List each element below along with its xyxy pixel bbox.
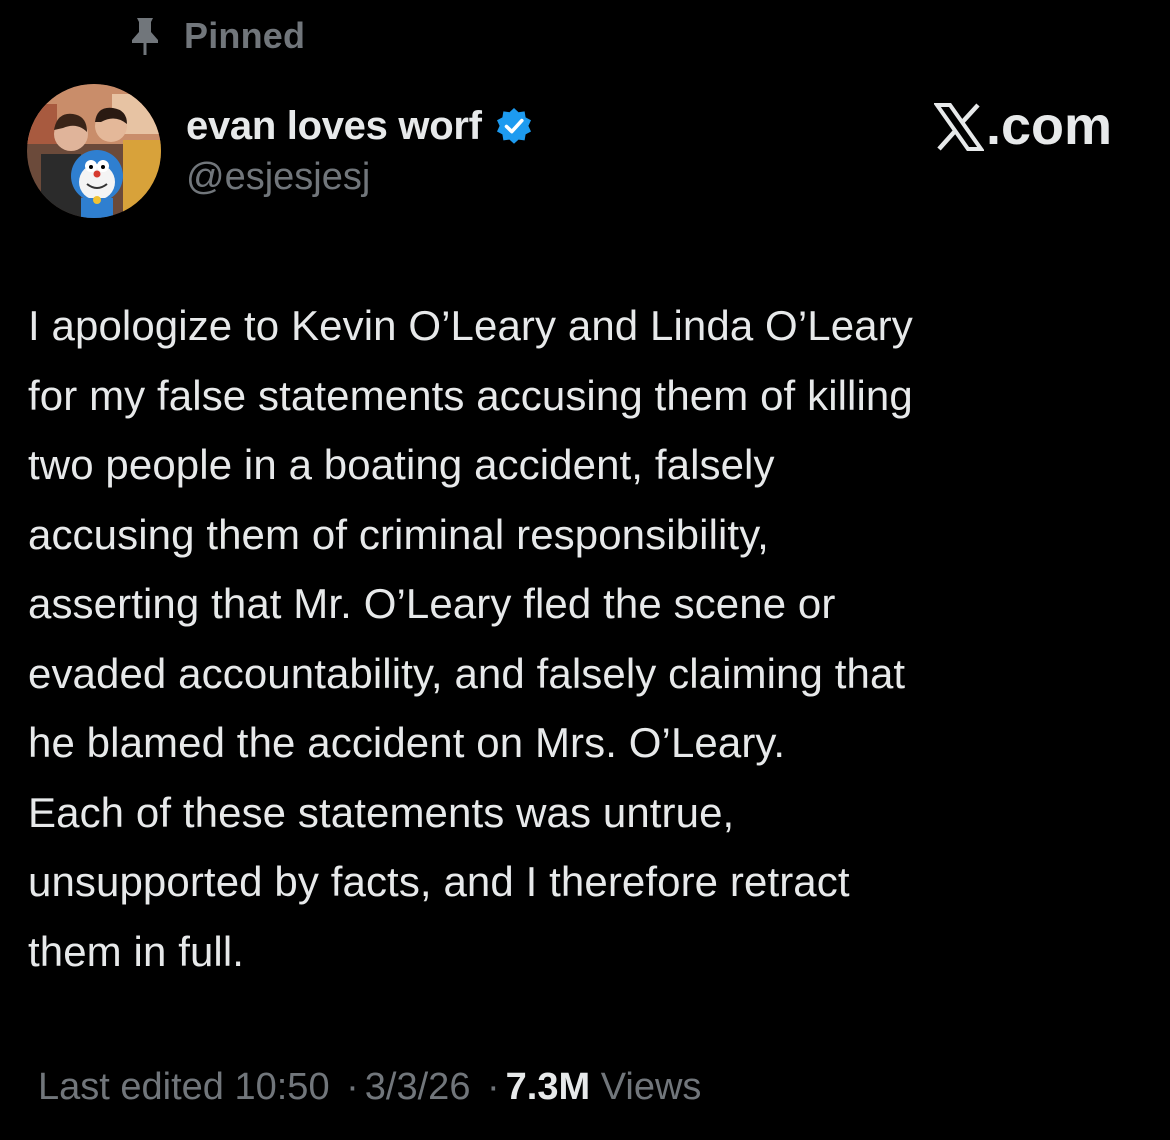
post-line: for my false statements accusing them of… [28, 371, 913, 419]
pin-icon [128, 16, 162, 56]
post-line: unsupported by facts, and I therefore re… [28, 858, 850, 905]
x-logo-icon [933, 102, 985, 151]
post-line: Each of these statements was untrue, [28, 788, 735, 836]
post-line: asserting that Mr. O’Leary fled the scen… [28, 580, 836, 627]
avatar[interactable] [27, 84, 161, 218]
meta-separator: · [346, 1066, 359, 1108]
brand-domain-text: .com [985, 96, 1112, 156]
author-name-row[interactable]: evan loves worf [186, 100, 534, 152]
meta-separator: · [487, 1066, 500, 1108]
author-display-name[interactable]: evan loves worf [186, 104, 482, 149]
post-time[interactable]: 10:50 [234, 1066, 329, 1108]
author-handle[interactable]: @esjesjesj [186, 156, 370, 199]
views-count[interactable]: 7.3M [506, 1066, 590, 1108]
post-line: two people in a boating accident, falsel… [28, 441, 775, 488]
post-body: I apologize to Kevin O’Leary and Linda O… [28, 291, 1138, 986]
pinned-indicator: Pinned [128, 14, 305, 58]
verified-badge-icon[interactable] [494, 106, 534, 146]
post-metadata: Last edited 10:50 · 3/3/26 · 7.3M Views [38, 1066, 701, 1109]
brand-watermark: .com [933, 96, 1112, 156]
views-label[interactable]: Views [601, 1066, 702, 1108]
post-line: I apologize to Kevin O’Leary and Linda O… [28, 302, 913, 349]
post-line: evaded accountability, and falsely claim… [28, 649, 906, 697]
post-date[interactable]: 3/3/26 [365, 1066, 471, 1108]
post-line: accusing them of criminal responsibility… [28, 510, 769, 558]
edited-label[interactable]: Last edited [38, 1066, 224, 1108]
post-line: them in full. [28, 927, 245, 975]
pinned-label: Pinned [184, 15, 306, 56]
post-line: he blamed the accident on Mrs. O’Leary. [28, 719, 786, 766]
